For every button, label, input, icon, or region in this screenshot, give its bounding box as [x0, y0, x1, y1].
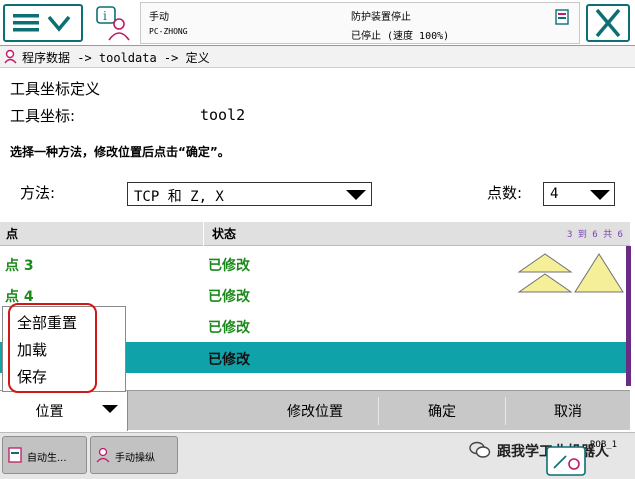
column-header-point: 点: [6, 227, 19, 241]
points-value: 4: [550, 186, 559, 202]
row-point: 点 3: [5, 258, 34, 274]
cancel-label: 取消: [554, 404, 582, 420]
method-label: 方法:: [20, 184, 56, 202]
cancel-button[interactable]: 取消: [506, 391, 630, 431]
breadcrumb-text: 程序数据 -> tooldata -> 定义: [22, 51, 210, 65]
row-status: 已修改: [208, 258, 250, 274]
svg-text:i: i: [103, 9, 107, 23]
jogging-icon: [96, 447, 110, 463]
tool-value: tool2: [200, 106, 246, 124]
safety-status: 防护装置停止: [351, 12, 411, 23]
ok-button[interactable]: 确定: [379, 391, 505, 431]
task-auto-production[interactable]: 自动生...: [2, 436, 87, 474]
main-menu-button[interactable]: [3, 4, 83, 42]
row-status: 已修改: [208, 352, 250, 368]
chevron-down-icon: [590, 190, 610, 200]
position-label: 位置: [35, 404, 64, 420]
scroll-arrows: [517, 253, 624, 293]
task-jogging[interactable]: 手动操纵: [90, 436, 178, 474]
bottom-toolbar: 位置 修改位置 确定 取消: [0, 390, 630, 431]
task-label: 自动生...: [27, 453, 67, 464]
chevron-down-icon: [346, 190, 366, 200]
highlight-ring: [8, 303, 97, 393]
row-status: 已修改: [208, 289, 250, 305]
close-button[interactable]: [586, 4, 630, 42]
points-label: 点数:: [487, 184, 523, 202]
scroll-up-icon[interactable]: [574, 253, 624, 293]
program-data-icon: [4, 49, 17, 64]
breadcrumb: 程序数据 -> tooldata -> 定义: [0, 46, 635, 68]
page-up-icon[interactable]: [517, 253, 573, 293]
row-status: 已修改: [208, 320, 250, 336]
run-status: 已停止 (速度 100%): [351, 31, 450, 42]
controller-name: PC-ZHONG: [149, 27, 188, 36]
column-divider: [203, 222, 204, 246]
status-panel: 手动 PC-ZHONG 防护装置停止 已停止 (速度 100%): [140, 2, 580, 44]
table-header: 点 状态 3 到 6 共 6: [0, 222, 630, 246]
mechanical-unit-text: ROB_1: [590, 440, 618, 450]
tool-label: 工具坐标:: [10, 107, 76, 125]
modify-position-button[interactable]: 修改位置: [252, 391, 378, 431]
method-value: TCP 和 Z, X: [134, 189, 224, 205]
chevron-down-icon: [102, 405, 118, 413]
points-select[interactable]: 4: [543, 182, 615, 206]
mode-text: 手动: [149, 12, 169, 23]
modify-position-label: 修改位置: [287, 404, 343, 420]
program-status-icon: [555, 9, 569, 25]
info-person-icon[interactable]: i: [92, 4, 132, 42]
hamburger-chevron-icon: [13, 14, 71, 32]
paging-text: 3 到 6 共 6: [567, 230, 623, 240]
method-select[interactable]: TCP 和 Z, X: [127, 182, 372, 206]
task-label: 手动操纵: [115, 453, 155, 464]
ok-label: 确定: [428, 404, 456, 420]
wechat-icon: [469, 441, 491, 458]
position-menu-button[interactable]: 位置: [0, 391, 128, 431]
program-data-icon: [8, 447, 22, 463]
page-title: 工具坐标定义: [10, 80, 101, 98]
quickset-icon[interactable]: [546, 446, 586, 476]
column-header-status: 状态: [212, 227, 237, 241]
instruction-text: 选择一种方法，修改位置后点击“确定”。: [10, 145, 230, 159]
close-x-icon: [595, 8, 621, 38]
